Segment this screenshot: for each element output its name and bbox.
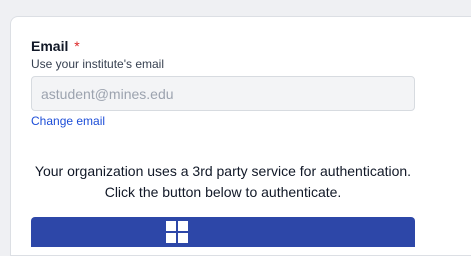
- email-field[interactable]: [31, 76, 415, 111]
- sso-provider-icon: [166, 221, 188, 243]
- authenticate-button[interactable]: [31, 217, 415, 247]
- email-label: Email *: [31, 37, 80, 55]
- email-label-text: Email: [31, 38, 69, 54]
- change-email-link[interactable]: Change email: [31, 113, 105, 129]
- required-marker: *: [74, 38, 80, 54]
- email-hint: Use your institute's email: [31, 57, 165, 71]
- auth-message: Your organization uses a 3rd party servi…: [34, 163, 412, 200]
